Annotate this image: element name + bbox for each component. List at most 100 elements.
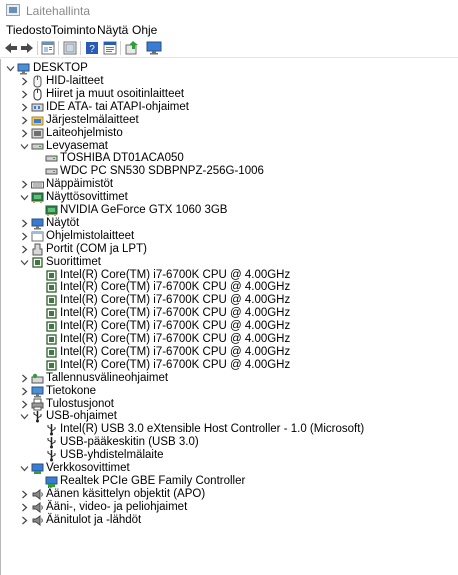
tree-category[interactable]: Näytöt (1, 217, 457, 230)
tree-device[interactable]: Intel(R) USB 3.0 eXtensible Host Control… (1, 423, 457, 436)
port-icon (31, 243, 44, 256)
chevron-right-icon[interactable] (20, 219, 29, 228)
chevron-right-icon[interactable] (20, 90, 29, 99)
chevron-down-icon[interactable] (20, 193, 29, 202)
chevron-down-icon[interactable] (20, 258, 29, 267)
tree-item-label: Suorittimet (46, 255, 101, 268)
tree-category[interactable]: Hiiret ja muut osoitinlaitteet (1, 88, 457, 101)
tree-device[interactable]: Intel(R) Core(TM) i7-6700K CPU @ 4.00GHz (1, 333, 457, 346)
chevron-right-icon[interactable] (20, 77, 29, 86)
chevron-down-icon[interactable] (20, 142, 29, 151)
chevron-right-icon[interactable] (20, 129, 29, 138)
tree-item-label: NVIDIA GeForce GTX 1060 3GB (60, 204, 228, 216)
monitor-icon[interactable] (146, 40, 162, 56)
processor-icon (45, 320, 58, 333)
computer-icon (17, 62, 30, 75)
forward-icon[interactable] (19, 40, 35, 56)
tree-category[interactable]: Suorittimet (1, 256, 457, 269)
chevron-down-icon[interactable] (6, 64, 15, 73)
toolbar: ? (0, 38, 458, 58)
chevron-right-icon[interactable] (20, 400, 29, 409)
show-hidden-icon[interactable] (62, 40, 78, 56)
tree-item-label: Äänitulot ja -lähdöt (46, 513, 142, 526)
tree-device[interactable]: Intel(R) Core(TM) i7-6700K CPU @ 4.00GHz (1, 307, 457, 320)
tree-category[interactable]: Ääni-, video- ja peliohjaimet (1, 501, 457, 514)
tree-category[interactable]: IDE ATA- tai ATAPI-ohjaimet (1, 101, 457, 114)
display-adapter-icon (45, 204, 58, 217)
toolbar-separator (58, 41, 59, 55)
tree-device[interactable]: USB-yhdistelmälaite (1, 449, 457, 462)
storage-controller-icon (31, 372, 44, 385)
tree-device[interactable]: Intel(R) Core(TM) i7-6700K CPU @ 4.00GHz (1, 320, 457, 333)
title-bar: Laitehallinta (0, 0, 458, 22)
tree-category[interactable]: Äänen käsittelyn objektit (APO) (1, 488, 457, 501)
tree-category[interactable]: Järjestelmälaitteet (1, 114, 457, 127)
tree-category[interactable]: USB-ohjaimet (1, 410, 457, 423)
tree-category[interactable]: Tietokone (1, 385, 457, 398)
tree-item-label: Näppäimistöt (46, 178, 114, 191)
window-title: Laitehallinta (26, 4, 91, 18)
tree-category[interactable]: Laiteohjelmisto (1, 127, 457, 140)
processor-icon (45, 307, 58, 320)
chevron-right-icon[interactable] (20, 180, 29, 189)
tree-root[interactable]: DESKTOP (1, 62, 457, 75)
menu-file[interactable]: Tiedosto (6, 23, 52, 37)
computer-icon (31, 385, 44, 398)
tree-device[interactable]: Intel(R) Core(TM) i7-6700K CPU @ 4.00GHz (1, 281, 457, 294)
menu-help[interactable]: Ohje (132, 23, 157, 37)
tree-category[interactable]: Levyasemat (1, 140, 457, 153)
chevron-right-icon[interactable] (20, 516, 29, 525)
chevron-right-icon[interactable] (20, 374, 29, 383)
network-adapter-icon (45, 475, 58, 488)
tree-category[interactable]: Verkkosovittimet (1, 462, 457, 475)
usb-icon (45, 436, 58, 449)
tree-device[interactable]: Intel(R) Core(TM) i7-6700K CPU @ 4.00GHz (1, 294, 457, 307)
chevron-right-icon[interactable] (20, 387, 29, 396)
tree-device[interactable]: USB-pääkeskitin (USB 3.0) (1, 436, 457, 449)
properties-icon[interactable] (40, 40, 56, 56)
tree-item-label: Hiiret ja muut osoitinlaitteet (46, 87, 185, 100)
update-driver-icon[interactable] (124, 40, 140, 56)
tree-device[interactable]: TOSHIBA DT01ACA050 (1, 152, 457, 165)
tree-device[interactable]: Realtek PCIe GBE Family Controller (1, 475, 457, 488)
chevron-right-icon[interactable] (20, 116, 29, 125)
menu-action[interactable]: Toiminto (51, 23, 96, 37)
device-tree[interactable]: DESKTOP HID-laitteet Hiiret ja muut osoit… (0, 59, 458, 575)
back-icon[interactable] (3, 40, 19, 56)
chevron-right-icon[interactable] (20, 103, 29, 112)
tree-device[interactable]: Intel(R) Core(TM) i7-6700K CPU @ 4.00GHz (1, 269, 457, 282)
tree-category[interactable]: HID-laitteet (1, 75, 457, 88)
tree-category[interactable]: Äänitulot ja -lähdöt (1, 514, 457, 527)
chevron-right-icon[interactable] (20, 232, 29, 241)
tree-item-label: Intel(R) Core(TM) i7-6700K CPU @ 4.00GHz (60, 333, 291, 345)
speaker-icon (31, 514, 44, 527)
chevron-right-icon[interactable] (20, 490, 29, 499)
chevron-right-icon[interactable] (20, 503, 29, 512)
tree-category[interactable]: Portit (COM ja LPT) (1, 243, 457, 256)
tree-device[interactable]: Intel(R) Core(TM) i7-6700K CPU @ 4.00GHz (1, 359, 457, 372)
tree-device[interactable]: Intel(R) Core(TM) i7-6700K CPU @ 4.00GHz (1, 346, 457, 359)
tree-category[interactable]: Tallennusvälineohjaimet (1, 372, 457, 385)
menu-view[interactable]: Näytä (97, 23, 128, 37)
tree-item-label: Intel(R) Core(TM) i7-6700K CPU @ 4.00GHz (60, 307, 291, 320)
tree-item-label: Ääni-, video- ja peliohjaimet (46, 500, 188, 513)
tree-item-label: Intel(R) Core(TM) i7-6700K CPU @ 4.00GHz (60, 294, 291, 307)
processor-icon (45, 281, 58, 294)
chevron-right-icon[interactable] (20, 245, 29, 254)
tree-device[interactable]: WDC PC SN530 SDBPNPZ-256G-1006 (1, 165, 457, 178)
chevron-down-icon[interactable] (20, 412, 29, 421)
help-icon[interactable]: ? (84, 40, 100, 56)
tree-category[interactable]: Tulostusjonot (1, 398, 457, 411)
tree-item-label: Intel(R) Core(TM) i7-6700K CPU @ 4.00GHz (60, 345, 291, 358)
tree-category[interactable]: Näyttösovittimet (1, 191, 457, 204)
details-icon[interactable] (102, 40, 118, 56)
tree-item-label: Ohjelmistolaitteet (46, 229, 135, 242)
disk-icon (45, 152, 58, 165)
chevron-down-icon[interactable] (20, 464, 29, 473)
tree-item-label: Levyasemat (46, 139, 109, 152)
tree-category[interactable]: Ohjelmistolaitteet (1, 230, 457, 243)
tree-category[interactable]: Näppäimistöt (1, 178, 457, 191)
processor-icon (31, 256, 44, 269)
usb-icon (45, 423, 58, 436)
tree-device[interactable]: NVIDIA GeForce GTX 1060 3GB (1, 204, 457, 217)
